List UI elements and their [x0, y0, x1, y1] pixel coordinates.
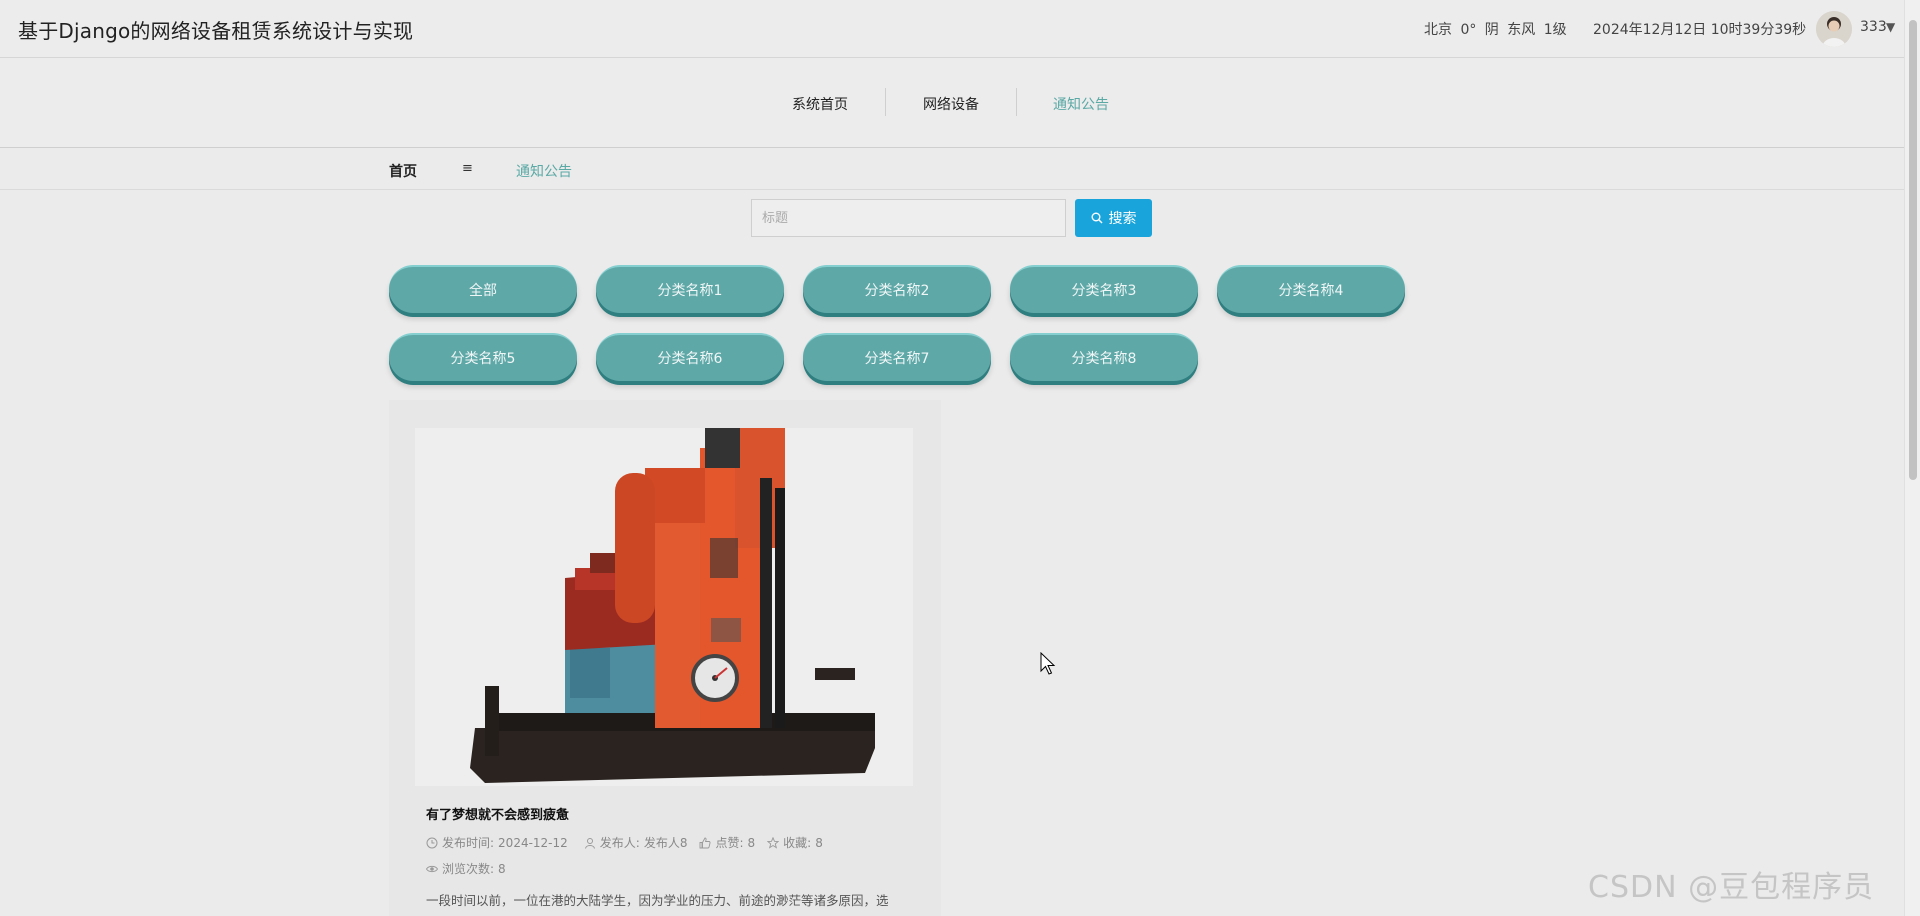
category-7[interactable]: 分类名称7	[803, 333, 991, 381]
views-label: 浏览次数:	[442, 862, 495, 876]
user-icon	[584, 837, 595, 849]
nav-item-home[interactable]: 系统首页	[792, 94, 848, 114]
drilling-rig-image	[415, 428, 913, 786]
eye-icon	[426, 865, 438, 872]
datetime-display: 2024年12月12日 10时39分39秒	[1593, 22, 1807, 38]
favorites-count: 8	[815, 835, 823, 850]
favorites-label: 收藏:	[783, 836, 812, 850]
notice-excerpt: 一段时间以前，一位在港的大陆学生，因为学业的压力、前途的渺茫等诸多原因，选	[426, 893, 889, 908]
avatar-image	[1816, 11, 1852, 47]
username[interactable]: 333	[1860, 19, 1887, 35]
breadcrumb-separator: ≡	[462, 161, 473, 176]
author-name: 发布人8	[643, 836, 688, 850]
search-icon	[1091, 212, 1102, 224]
chevron-down-icon[interactable]: ▼	[1886, 20, 1895, 34]
category-4[interactable]: 分类名称4	[1217, 265, 1405, 313]
notice-meta-row-1: 发布时间: 2024-12-12 发布人: 发布人8 点赞: 8 收藏: 8	[426, 834, 823, 851]
author-label: 发布人:	[599, 836, 640, 850]
nav-divider	[1016, 88, 1017, 116]
clock-icon	[426, 837, 438, 848]
nav-divider	[885, 88, 886, 116]
category-2[interactable]: 分类名称2	[803, 265, 991, 313]
vertical-scrollbar[interactable]	[1904, 0, 1920, 916]
main-nav: 系统首页 网络设备 通知公告	[0, 58, 1904, 148]
thumbs-up-icon	[700, 837, 711, 848]
nav-item-notices[interactable]: 通知公告	[1053, 94, 1109, 114]
search-input[interactable]	[751, 199, 1066, 237]
site-title: 基于Django的网络设备租赁系统设计与实现	[18, 19, 414, 43]
likes-count: 8	[747, 835, 756, 850]
watermark: CSDN @豆包程序员	[1588, 870, 1875, 905]
notice-title[interactable]: 有了梦想就不会感到疲惫	[426, 804, 569, 823]
notice-image[interactable]	[415, 428, 913, 786]
publish-label: 发布时间:	[442, 836, 495, 850]
likes-label: 点赞:	[715, 836, 744, 850]
mouse-cursor-icon	[1040, 652, 1056, 675]
category-3[interactable]: 分类名称3	[1010, 265, 1198, 313]
notice-card[interactable]: 有了梦想就不会感到疲惫 发布时间: 2024-12-12 发布人: 发布人8 点…	[389, 400, 941, 916]
scrollbar-thumb[interactable]	[1909, 20, 1917, 480]
breadcrumb: 首页 ≡ 通知公告	[0, 148, 1904, 190]
category-1[interactable]: 分类名称1	[596, 265, 784, 313]
category-all[interactable]: 全部	[389, 265, 577, 313]
breadcrumb-current: 通知公告	[516, 164, 572, 180]
breadcrumb-home[interactable]: 首页	[389, 161, 417, 181]
nav-item-devices[interactable]: 网络设备	[923, 94, 979, 114]
category-8[interactable]: 分类名称8	[1010, 333, 1198, 381]
category-6[interactable]: 分类名称6	[596, 333, 784, 381]
avatar[interactable]	[1816, 11, 1852, 47]
weather-info: 北京 0° 阴 东风 1级	[1424, 22, 1567, 38]
search-button-label: 搜索	[1108, 211, 1137, 227]
notice-meta-row-2: 浏览次数: 8	[426, 860, 506, 877]
search-button[interactable]: 搜索	[1075, 199, 1152, 237]
category-5[interactable]: 分类名称5	[389, 333, 577, 381]
star-icon	[767, 836, 780, 849]
publish-date: 2024-12-12	[498, 835, 568, 850]
views-count: 8	[498, 861, 506, 876]
top-header: 基于Django的网络设备租赁系统设计与实现 北京 0° 阴 东风 1级 202…	[0, 0, 1904, 58]
